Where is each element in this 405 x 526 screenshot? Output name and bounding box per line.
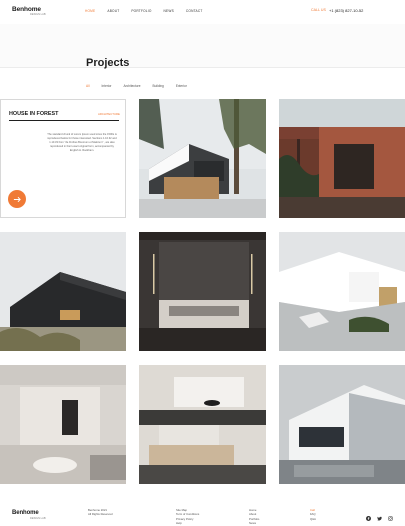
footer-logo-subtitle: DESIGN LAB bbox=[30, 517, 46, 520]
title-divider bbox=[9, 120, 119, 121]
call-us-label: CALL US bbox=[311, 8, 326, 12]
title-band bbox=[0, 24, 405, 68]
project-image-black-barn[interactable] bbox=[0, 232, 126, 351]
project-image-modern-building[interactable] bbox=[279, 365, 405, 484]
arrow-right-icon bbox=[13, 196, 21, 202]
next-project-button[interactable] bbox=[8, 190, 26, 208]
twitter-icon[interactable] bbox=[377, 508, 382, 521]
nav-item-news[interactable]: NEWS bbox=[164, 9, 174, 13]
page-title: Projects bbox=[86, 57, 130, 69]
main-nav: HOME ABOUT PORTFOLIO NEWS CONTACT bbox=[85, 9, 214, 13]
filter-architecture[interactable]: Architecture bbox=[123, 84, 140, 88]
footer-legal-links: Site Map Term of Conditions Privacy Poli… bbox=[176, 508, 199, 526]
project-image-kitchen[interactable] bbox=[0, 365, 126, 484]
project-image-bedroom[interactable] bbox=[139, 232, 266, 351]
site-footer: Benhome DESIGN LAB Benhome 2021 All Righ… bbox=[0, 504, 405, 526]
footer-extra-links: Call FAQ Q&A bbox=[310, 508, 316, 521]
footer-link-help[interactable]: Help bbox=[176, 521, 199, 525]
project-image-pergola[interactable] bbox=[279, 99, 405, 218]
instagram-icon[interactable] bbox=[388, 508, 393, 521]
footer-logo[interactable]: Benhome DESIGN LAB bbox=[12, 510, 46, 520]
featured-project-title: HOUSE IN FOREST bbox=[9, 111, 59, 117]
filter-building[interactable]: Building bbox=[152, 84, 163, 88]
featured-project-description: The standard chunk of Lorem Ipsum used s… bbox=[47, 133, 117, 152]
site-logo[interactable]: Benhome DESIGN LAB bbox=[12, 6, 46, 16]
logo-subtitle: DESIGN LAB bbox=[30, 13, 46, 16]
social-links bbox=[366, 508, 393, 521]
footer-copyright: Benhome 2021 All Rights Reserved bbox=[88, 508, 113, 517]
nav-item-contact[interactable]: CONTACT bbox=[186, 9, 203, 13]
project-filters: All Interior Architecture Building Exter… bbox=[86, 84, 199, 88]
nav-item-portfolio[interactable]: PORTFOLIO bbox=[131, 9, 151, 13]
project-image-white-house[interactable] bbox=[279, 232, 405, 351]
filter-exterior[interactable]: Exterior bbox=[176, 84, 187, 88]
site-header: Benhome DESIGN LAB HOME ABOUT PORTFOLIO … bbox=[0, 0, 405, 24]
project-image-living-room[interactable] bbox=[139, 365, 266, 484]
filter-all[interactable]: All bbox=[86, 84, 90, 88]
logo-text: Benhome bbox=[12, 6, 41, 13]
footer-nav-links: Home About Portfolio News bbox=[249, 508, 259, 526]
nav-item-home[interactable]: HOME bbox=[85, 9, 95, 13]
footer-link-news[interactable]: News bbox=[249, 521, 259, 525]
phone-number[interactable]: +1 (823) 827-10-52 bbox=[329, 8, 363, 13]
footer-link-qa[interactable]: Q&A bbox=[310, 517, 316, 521]
facebook-icon[interactable] bbox=[366, 508, 371, 521]
project-image-forest-house[interactable] bbox=[139, 99, 266, 218]
nav-item-about[interactable]: ABOUT bbox=[107, 9, 119, 13]
featured-project-category[interactable]: ARCHITECTURE bbox=[98, 112, 120, 116]
copyright-line: All Rights Reserved bbox=[88, 512, 113, 517]
filter-interior[interactable]: Interior bbox=[102, 84, 112, 88]
footer-logo-text: Benhome bbox=[12, 510, 39, 516]
